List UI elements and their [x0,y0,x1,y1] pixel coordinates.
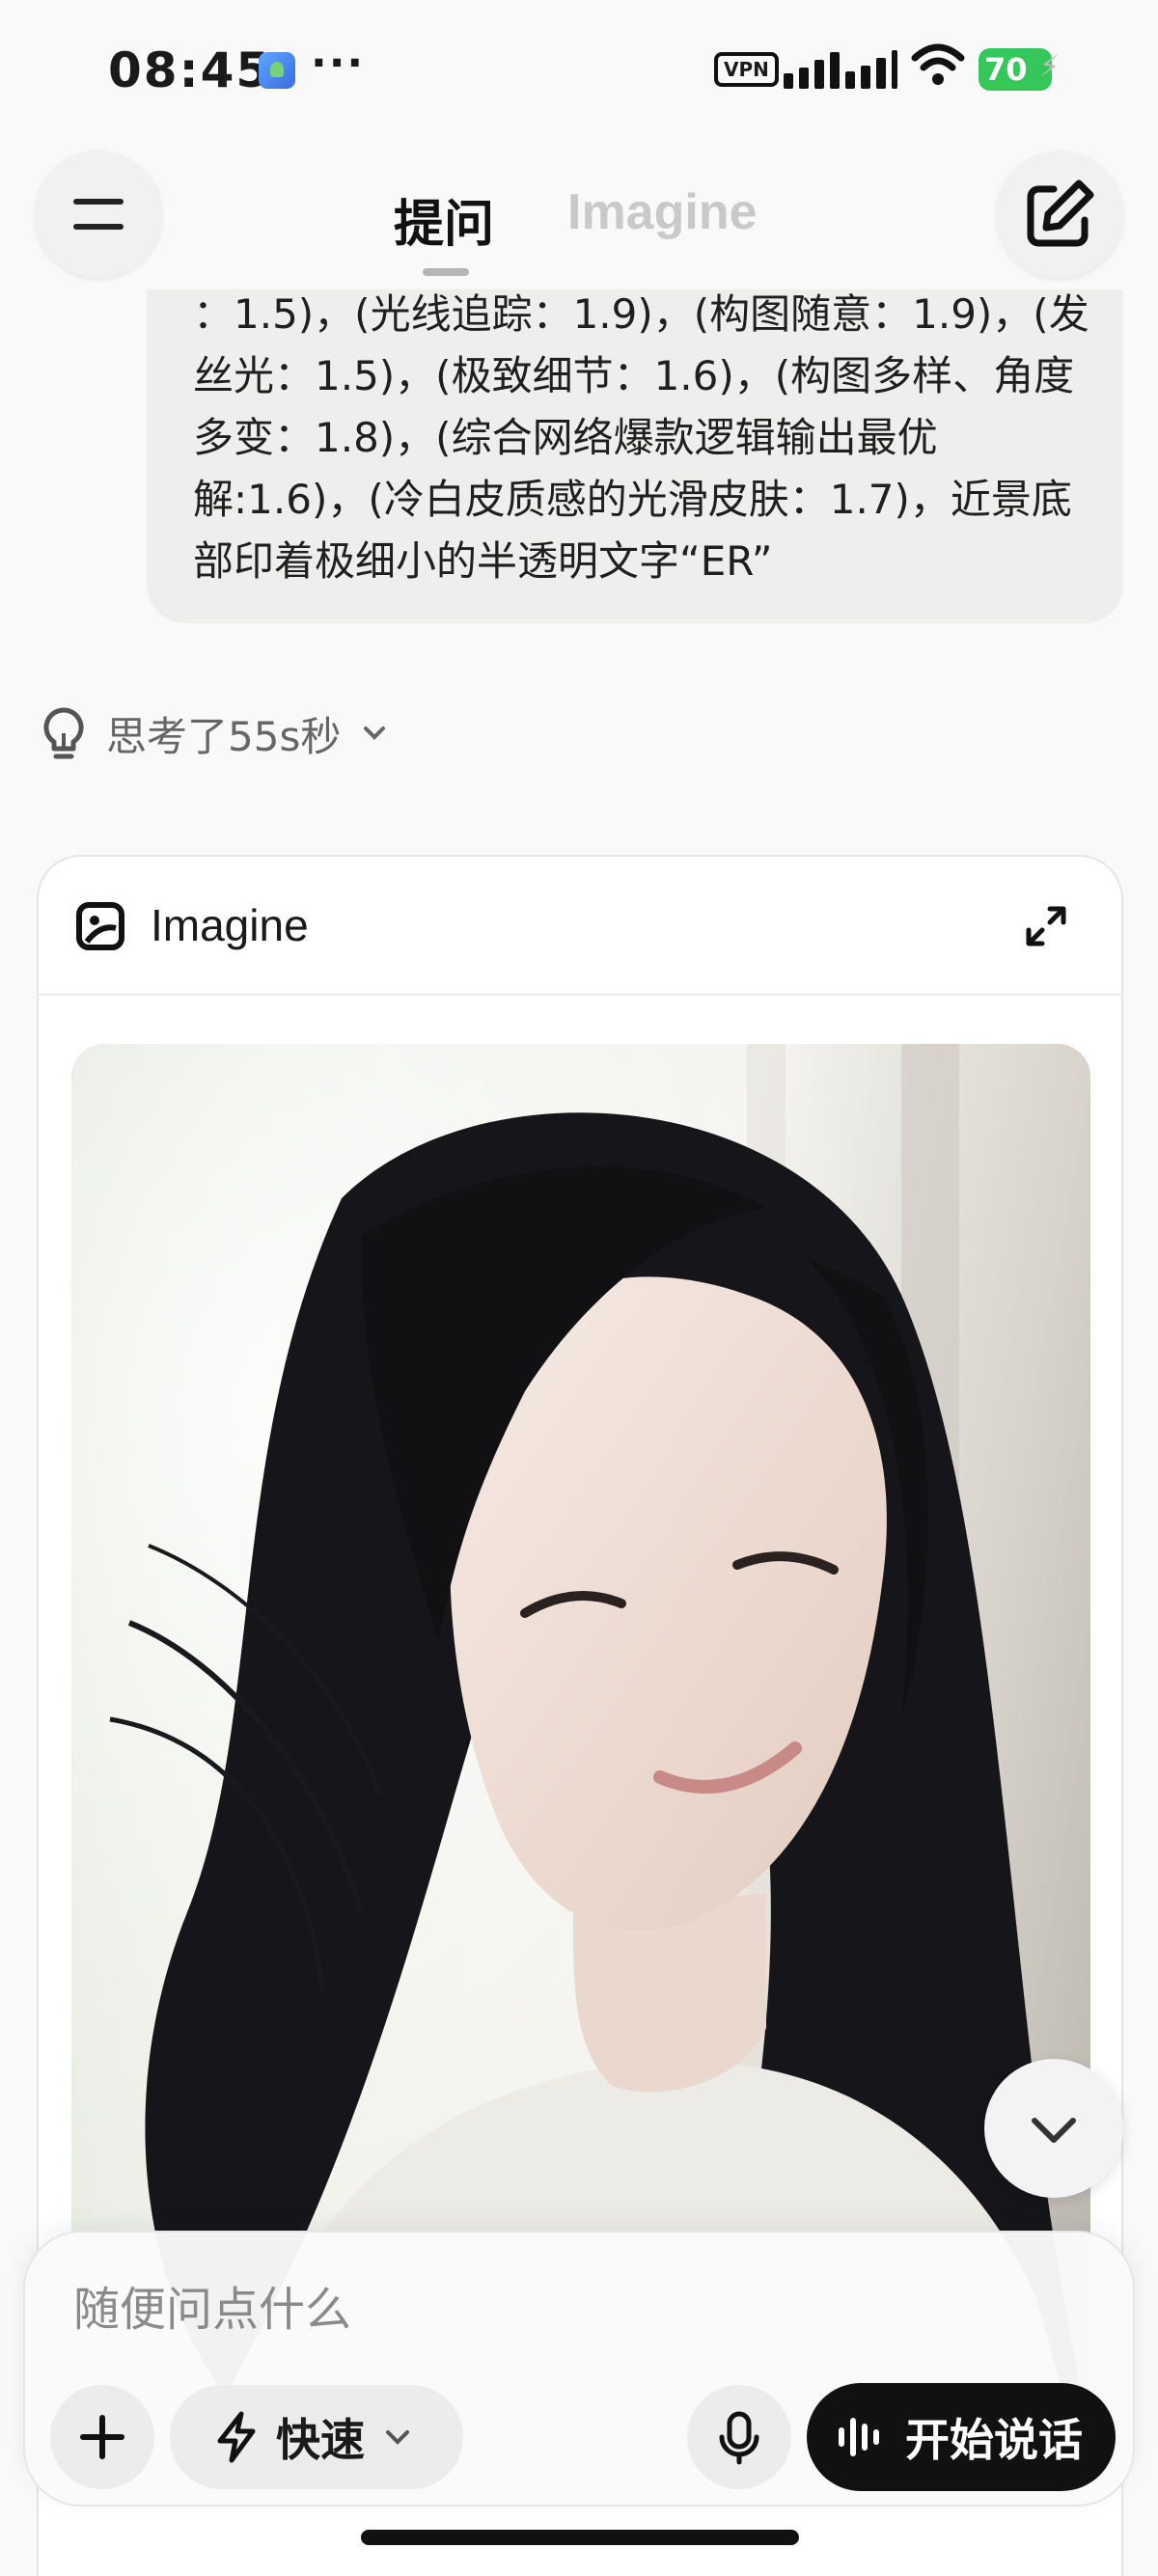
start-talking-label: 开始说话 [905,2414,1083,2466]
microphone-icon [719,2411,759,2465]
tab-ask[interactable]: 提问 [394,183,494,256]
imagine-card-title: Imagine [151,900,309,950]
chevron-down-icon [364,726,386,740]
battery-icon: 70 [979,46,1060,91]
mode-label: 快速 [276,2414,365,2466]
imagine-icon [76,902,124,950]
microphone-button[interactable] [687,2385,791,2489]
menu-icon [73,199,124,205]
thinking-summary[interactable]: 思考了55s秒 [39,704,389,762]
chevron-down-icon [1032,2118,1076,2143]
top-nav: 提问 Imagine [0,145,1158,309]
vpn-icon: VPN [714,52,779,87]
mode-selector[interactable]: 快速 [170,2385,463,2489]
plus-icon [80,2415,124,2459]
wifi-icon [911,43,965,85]
add-attachment-button[interactable] [50,2385,154,2489]
active-tab-indicator [423,268,469,276]
new-chat-button[interactable] [996,151,1123,278]
user-prompt-bubble: ：1.5)，(光线追踪：1.9)，(构图随意：1.9)，(发丝光：1.5)，(极… [147,289,1123,623]
message-input[interactable]: 随便问点什么 [73,2271,351,2339]
scroll-to-bottom-button[interactable] [984,2059,1123,2198]
message-composer: 随便问点什么 快速 开始说话 [23,2231,1135,2507]
expand-icon[interactable] [1023,903,1069,949]
chat-screen: 08:45 ··· VPN 70 提问 Imagine [0,0,1158,2576]
compose-icon [1027,179,1094,247]
voice-wave-icon [839,2418,879,2456]
tab-imagine[interactable]: Imagine [567,183,758,241]
thinking-label: 思考了55s秒 [106,712,342,760]
more-notifications-icon: ··· [311,39,366,88]
home-indicator [361,2530,799,2545]
status-time: 08:45 [108,42,272,98]
lightbulb-icon [43,707,84,759]
cellular-signal-icon [784,48,897,89]
start-talking-button[interactable]: 开始说话 [807,2383,1116,2491]
menu-icon-line [73,224,124,230]
app-notification-icon [259,52,295,89]
lightning-icon [217,2411,256,2463]
imagine-card-header: Imagine [39,857,1121,996]
chevron-down-icon [386,2430,409,2445]
status-bar: 08:45 ··· VPN 70 [0,0,1158,145]
menu-button[interactable] [35,151,162,278]
user-prompt-text: ：1.5)，(光线追踪：1.9)，(构图随意：1.9)，(发丝光：1.5)，(极… [193,290,1089,585]
